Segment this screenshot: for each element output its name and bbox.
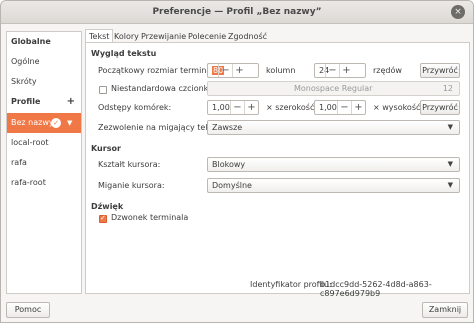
sound-header: Dźwięk bbox=[91, 202, 124, 211]
minus-icon[interactable]: − bbox=[337, 101, 351, 114]
blinking-label: Zezwolenie na migający tekst: bbox=[98, 123, 220, 132]
minus-icon[interactable]: − bbox=[325, 64, 339, 77]
cell-spacing-label: Odstępy komórek: bbox=[98, 103, 172, 112]
initial-size-label: Początkowy rozmiar terminala: bbox=[98, 66, 222, 75]
font-name: Monospace Regular bbox=[294, 84, 373, 93]
plus-icon[interactable]: + bbox=[339, 64, 353, 77]
cursor-shape-label: Kształt kursora: bbox=[98, 160, 161, 169]
cursor-blink-label: Miganie kursora: bbox=[98, 181, 165, 190]
blinking-value: Zawsze bbox=[212, 123, 243, 132]
plus-icon[interactable]: + bbox=[232, 64, 246, 77]
sidebar-item-general[interactable]: Ogólne bbox=[7, 52, 81, 72]
cursor-shape-value: Blokowy bbox=[212, 160, 246, 169]
font-picker-button[interactable]: Monospace Regular 12 bbox=[207, 81, 460, 96]
check-icon: ✓ bbox=[51, 118, 61, 128]
chevron-down-icon: ▼ bbox=[447, 181, 453, 189]
chevron-down-icon[interactable]: ▼ bbox=[67, 113, 72, 133]
cursor-blink-select[interactable]: Domyślne ▼ bbox=[207, 178, 460, 193]
minus-icon[interactable]: − bbox=[218, 64, 232, 77]
sidebar-item-profile[interactable]: Bez nazwy ✓ ▼ bbox=[7, 113, 81, 133]
blinking-select[interactable]: Zawsze ▼ bbox=[207, 120, 460, 135]
profiles-header-label: Profile bbox=[11, 97, 41, 106]
close-button[interactable]: Zamknij bbox=[422, 302, 468, 318]
text-panel: Wygląd tekstu Początkowy rozmiar termina… bbox=[85, 42, 470, 298]
close-icon[interactable]: × bbox=[451, 5, 465, 19]
sidebar-item-profile[interactable]: rafa bbox=[7, 153, 81, 173]
spacing-width-unit: × szerokość bbox=[266, 103, 315, 112]
custom-font-checkbox[interactable] bbox=[99, 86, 107, 94]
terminal-bell-label[interactable]: Dzwonek terminala bbox=[111, 213, 188, 222]
cursor-shape-select[interactable]: Blokowy ▼ bbox=[207, 157, 460, 172]
spacing-width-stepper[interactable]: 1,00 − + bbox=[207, 100, 259, 115]
rows-stepper[interactable]: 24 − + bbox=[314, 63, 366, 78]
chevron-down-icon: ▼ bbox=[447, 123, 453, 131]
cursor-blink-value: Domyślne bbox=[212, 181, 252, 190]
window-title: Preferencje — Profil „Bez nazwy” bbox=[152, 7, 322, 17]
spacing-height-unit: × wysokość bbox=[373, 103, 421, 112]
plus-icon[interactable]: + bbox=[244, 101, 258, 114]
columns-unit: kolumn bbox=[266, 66, 296, 75]
sidebar-item-profile[interactable]: local-root bbox=[7, 133, 81, 153]
preferences-window: Preferencje — Profil „Bez nazwy” × Globa… bbox=[0, 0, 474, 323]
titlebar: Preferencje — Profil „Bez nazwy” × bbox=[1, 1, 473, 24]
spacing-width-value[interactable]: 1,00 bbox=[212, 103, 230, 112]
appearance-header: Wygląd tekstu bbox=[91, 49, 157, 58]
tab-compatibility[interactable]: Zgodność bbox=[224, 29, 271, 43]
sidebar: Globalne Ogólne Skróty Profile + Bez naz… bbox=[6, 31, 82, 294]
chevron-down-icon: ▼ bbox=[447, 160, 453, 168]
tab-scrolling[interactable]: Przewijanie bbox=[137, 29, 190, 43]
sidebar-item-shortcuts[interactable]: Skróty bbox=[7, 72, 81, 92]
cursor-header: Kursor bbox=[91, 144, 121, 153]
plus-icon[interactable]: + bbox=[351, 101, 365, 114]
help-button[interactable]: Pomoc bbox=[6, 302, 50, 318]
spacing-height-value[interactable]: 1,00 bbox=[319, 103, 337, 112]
sidebar-item-profile[interactable]: rafa-root bbox=[7, 173, 81, 193]
spacing-height-stepper[interactable]: 1,00 − + bbox=[314, 100, 366, 115]
rows-unit: rzędów bbox=[373, 66, 402, 75]
columns-stepper[interactable]: 80 − + bbox=[207, 63, 259, 78]
restore-spacing-button[interactable]: Przywróć bbox=[420, 100, 460, 115]
profile-label: Bez nazwy bbox=[11, 118, 54, 127]
sidebar-global-header: Globalne bbox=[11, 37, 51, 46]
custom-font-label[interactable]: Niestandardowa czcionka: bbox=[111, 84, 216, 93]
sidebar-profiles-header: Profile + bbox=[7, 92, 81, 112]
add-profile-icon[interactable]: + bbox=[67, 92, 75, 112]
terminal-bell-checkbox[interactable] bbox=[99, 214, 107, 223]
font-size: 12 bbox=[442, 84, 453, 93]
minus-icon[interactable]: − bbox=[230, 101, 244, 114]
profile-id-value: b1dcc9dd-5262-4d8d-a863-c897e6d979b9 bbox=[320, 280, 432, 298]
restore-size-button[interactable]: Przywróć bbox=[420, 63, 460, 78]
